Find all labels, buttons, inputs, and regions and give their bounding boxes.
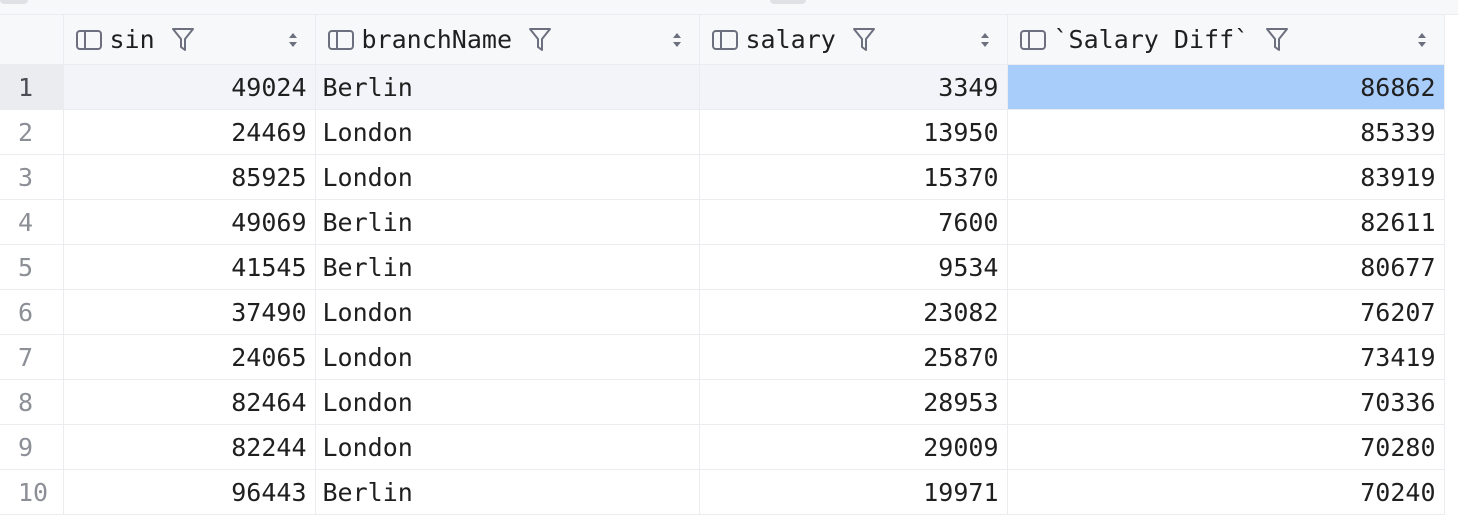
column-header-label: branchName	[361, 25, 513, 54]
cell-salary[interactable]: 9534	[699, 244, 1008, 290]
cell-sin[interactable]: 49024	[63, 64, 316, 110]
cell-sin[interactable]: 37490	[63, 289, 316, 335]
cell-sin[interactable]: 24469	[63, 109, 316, 155]
cell-sin[interactable]: 41545	[63, 244, 316, 290]
sort-icon[interactable]	[977, 29, 993, 51]
toolbar-edge-handle	[770, 0, 806, 4]
row-number-header	[0, 15, 64, 65]
toolbar-edge-handle	[0, 0, 28, 4]
column-header-branchname[interactable]: branchName	[315, 15, 700, 65]
table-row[interactable]: 9 82244 London 29009 70280	[0, 424, 1445, 470]
cell-branchname[interactable]: London	[315, 379, 700, 425]
header-row: sin branchName salary `Salary Diff`	[0, 15, 1445, 65]
table-row[interactable]: 3 85925 London 15370 83919	[0, 154, 1445, 200]
table-row[interactable]: 2 24469 London 13950 85339	[0, 109, 1445, 155]
row-number[interactable]: 5	[0, 244, 64, 290]
cell-salary[interactable]: 15370	[699, 154, 1008, 200]
column-icon	[1019, 29, 1046, 50]
cell-salary[interactable]: 19971	[699, 469, 1008, 515]
table-row[interactable]: 4 49069 Berlin 7600 82611	[0, 199, 1445, 245]
row-number[interactable]: 6	[0, 289, 64, 335]
cell-salary-diff[interactable]: 80677	[1007, 244, 1445, 290]
cell-branchname[interactable]: London	[315, 334, 700, 380]
column-header-salary-diff[interactable]: `Salary Diff`	[1007, 15, 1445, 65]
cell-sin[interactable]: 24065	[63, 334, 316, 380]
column-header-salary[interactable]: salary	[699, 15, 1008, 65]
column-icon	[711, 29, 738, 50]
column-icon	[327, 29, 354, 50]
table-row[interactable]: 5 41545 Berlin 9534 80677	[0, 244, 1445, 290]
cell-sin[interactable]: 49069	[63, 199, 316, 245]
sort-icon[interactable]	[1414, 29, 1430, 51]
cell-branchname[interactable]: Berlin	[315, 199, 700, 245]
cell-salary-diff[interactable]: 85339	[1007, 109, 1445, 155]
cell-branchname[interactable]: Berlin	[315, 64, 700, 110]
row-number[interactable]: 8	[0, 379, 64, 425]
cell-salary-diff[interactable]: 70280	[1007, 424, 1445, 470]
cell-salary[interactable]: 7600	[699, 199, 1008, 245]
cell-salary-diff[interactable]: 82611	[1007, 199, 1445, 245]
cell-sin[interactable]: 85925	[63, 154, 316, 200]
cell-salary-diff[interactable]: 70336	[1007, 379, 1445, 425]
cell-branchname[interactable]: Berlin	[315, 469, 700, 515]
row-number[interactable]: 2	[0, 109, 64, 155]
column-header-label: salary	[745, 25, 836, 54]
cell-branchname[interactable]: London	[315, 289, 700, 335]
cell-salary-diff[interactable]: 83919	[1007, 154, 1445, 200]
column-header-label: `Salary Diff`	[1053, 25, 1250, 54]
row-number[interactable]: 7	[0, 334, 64, 380]
table-row[interactable]: 1 49024 Berlin 3349 86862	[0, 64, 1445, 110]
sort-icon[interactable]	[285, 29, 301, 51]
cell-salary[interactable]: 28953	[699, 379, 1008, 425]
cell-salary[interactable]: 23082	[699, 289, 1008, 335]
table-row[interactable]: 7 24065 London 25870 73419	[0, 334, 1445, 380]
filter-icon[interactable]	[526, 26, 554, 54]
top-toolbar-strip	[0, 0, 1458, 15]
cell-branchname[interactable]: London	[315, 424, 700, 470]
row-number[interactable]: 10	[0, 469, 64, 515]
cell-salary-diff[interactable]: 73419	[1007, 334, 1445, 380]
cell-salary[interactable]: 13950	[699, 109, 1008, 155]
cell-salary-diff-selected[interactable]: 86862	[1007, 64, 1445, 110]
filter-icon[interactable]	[1263, 26, 1291, 54]
cell-branchname[interactable]: London	[315, 154, 700, 200]
column-icon	[75, 29, 102, 50]
cell-salary[interactable]: 25870	[699, 334, 1008, 380]
row-number[interactable]: 1	[0, 64, 64, 110]
cell-salary[interactable]: 29009	[699, 424, 1008, 470]
column-header-sin[interactable]: sin	[63, 15, 316, 65]
cell-salary[interactable]: 3349	[699, 64, 1008, 110]
cell-branchname[interactable]: London	[315, 109, 700, 155]
row-number[interactable]: 9	[0, 424, 64, 470]
cell-sin[interactable]: 96443	[63, 469, 316, 515]
row-number[interactable]: 3	[0, 154, 64, 200]
result-grid: sin branchName salary `Salary Diff` 1 49…	[0, 15, 1445, 515]
table-row[interactable]: 6 37490 London 23082 76207	[0, 289, 1445, 335]
table-row[interactable]: 8 82464 London 28953 70336	[0, 379, 1445, 425]
cell-salary-diff[interactable]: 70240	[1007, 469, 1445, 515]
table-row[interactable]: 10 96443 Berlin 19971 70240	[0, 469, 1445, 515]
row-number[interactable]: 4	[0, 199, 64, 245]
cell-branchname[interactable]: Berlin	[315, 244, 700, 290]
cell-sin[interactable]: 82244	[63, 424, 316, 470]
filter-icon[interactable]	[169, 26, 197, 54]
cell-sin[interactable]: 82464	[63, 379, 316, 425]
cell-salary-diff[interactable]: 76207	[1007, 289, 1445, 335]
filter-icon[interactable]	[850, 26, 878, 54]
sort-icon[interactable]	[669, 29, 685, 51]
column-header-label: sin	[109, 25, 155, 54]
